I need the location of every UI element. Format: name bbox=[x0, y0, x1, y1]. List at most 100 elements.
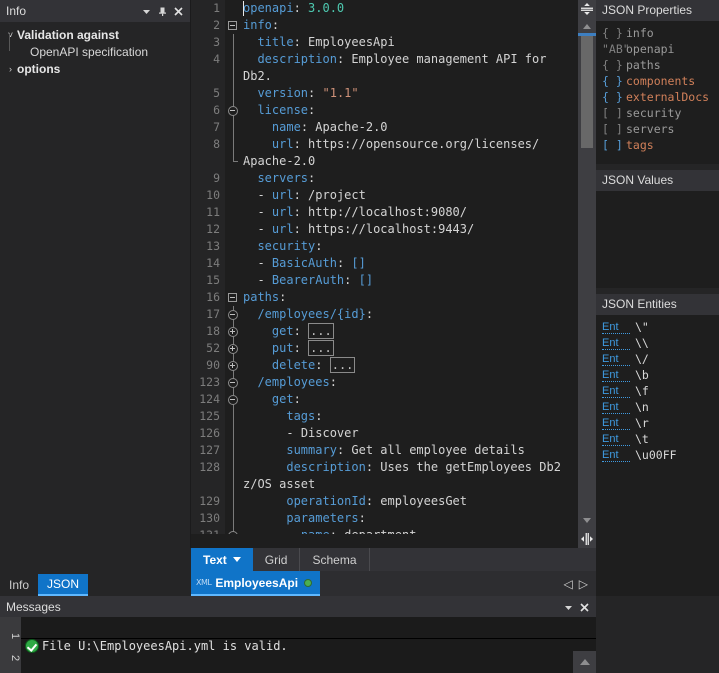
toolbox-item[interactable]: "AB"openapi bbox=[596, 41, 719, 57]
nav-prev-icon[interactable]: ◁ bbox=[564, 577, 573, 591]
code-line[interactable]: - url: https://localhost:9443/ bbox=[243, 221, 578, 238]
fold-collapse-icon[interactable] bbox=[228, 310, 238, 320]
toolbox-item[interactable]: Ent\u00FF bbox=[596, 447, 719, 463]
code-line[interactable]: delete: ... bbox=[243, 357, 578, 374]
fold-collapse-icon[interactable] bbox=[228, 106, 238, 116]
document-tab-employeesapi[interactable]: XML EmployeesApi bbox=[191, 571, 320, 596]
editor-view-tabs[interactable]: Text GridSchema bbox=[191, 548, 596, 571]
pin-icon[interactable] bbox=[154, 3, 170, 19]
fold-guide-line bbox=[233, 510, 234, 527]
view-tab-label: Text bbox=[203, 553, 227, 567]
code-line[interactable]: summary: Get all employee details bbox=[243, 442, 578, 459]
toolbox-item[interactable]: { }paths bbox=[596, 57, 719, 73]
code-line[interactable]: get: ... bbox=[243, 323, 578, 340]
toolbox-item[interactable]: Ent\\ bbox=[596, 335, 719, 351]
view-tab-schema[interactable]: Schema bbox=[300, 548, 369, 571]
code-line[interactable]: description: Employee management API for bbox=[243, 51, 578, 68]
toolbox-item[interactable]: Ent\/ bbox=[596, 351, 719, 367]
code-line[interactable]: paths: bbox=[243, 289, 578, 306]
toolbox-item[interactable]: [ ]tags bbox=[596, 137, 719, 153]
code-line[interactable]: /employees/{id}: bbox=[243, 306, 578, 323]
toolbox-item[interactable]: Ent\b bbox=[596, 367, 719, 383]
chevron-down-icon[interactable] bbox=[560, 599, 576, 615]
fold-collapse-icon[interactable] bbox=[228, 395, 238, 405]
scroll-up-arrow[interactable] bbox=[578, 18, 596, 34]
code-line[interactable]: z/OS asset bbox=[243, 476, 578, 493]
code-line[interactable]: /employees: bbox=[243, 374, 578, 391]
fold-cell bbox=[225, 425, 243, 442]
tree-item-options[interactable]: › options bbox=[0, 60, 190, 77]
close-icon[interactable] bbox=[576, 599, 592, 615]
fold-expand-icon[interactable] bbox=[228, 344, 238, 354]
toolbox-item[interactable]: { }externalDocs bbox=[596, 89, 719, 105]
code-line[interactable]: put: ... bbox=[243, 340, 578, 357]
toolbox-section-body-values[interactable] bbox=[596, 191, 719, 288]
code-line[interactable]: url: https://opensource.org/licenses/ bbox=[243, 136, 578, 153]
editor-vertical-scrollbar[interactable] bbox=[578, 0, 596, 548]
toolbox-item[interactable]: { }components bbox=[596, 73, 719, 89]
code-line[interactable]: Db2. bbox=[243, 68, 578, 85]
code-line[interactable]: security: bbox=[243, 238, 578, 255]
nav-next-icon[interactable]: ▷ bbox=[579, 577, 588, 591]
fold-collapse-icon[interactable] bbox=[228, 21, 237, 30]
toolbox-item[interactable]: [ ]servers bbox=[596, 121, 719, 137]
close-icon[interactable] bbox=[170, 3, 186, 19]
toolbox-item[interactable]: Ent\f bbox=[596, 383, 719, 399]
property-type-tag: "AB" bbox=[602, 42, 626, 56]
code-line[interactable]: - url: http://localhost:9080/ bbox=[243, 204, 578, 221]
code-line[interactable]: operationId: employeesGet bbox=[243, 493, 578, 510]
code-text[interactable]: openapi: 3.0.0info: title: EmployeesApi … bbox=[243, 0, 578, 534]
code-line[interactable]: version: "1.1" bbox=[243, 85, 578, 102]
code-line[interactable]: parameters: bbox=[243, 510, 578, 527]
fold-collapse-icon[interactable] bbox=[228, 378, 238, 388]
code-line[interactable]: openapi: 3.0.0 bbox=[243, 0, 578, 17]
code-line[interactable]: get: bbox=[243, 391, 578, 408]
view-tab-grid[interactable]: Grid bbox=[253, 548, 301, 571]
toolbox-item[interactable]: Ent\" bbox=[596, 319, 719, 335]
code-line[interactable]: tags: bbox=[243, 408, 578, 425]
code-folding-column[interactable] bbox=[225, 0, 243, 534]
code-line[interactable]: Apache-2.0 bbox=[243, 153, 578, 170]
toolbox-item[interactable]: Ent\r bbox=[596, 415, 719, 431]
bottom-left-tool-tabs: Info JSON bbox=[0, 548, 191, 596]
chevron-right-icon[interactable]: › bbox=[4, 64, 17, 74]
view-tab-text[interactable]: Text bbox=[191, 548, 253, 571]
toolbox-section-body-properties[interactable]: { }info"AB"openapi{ }paths{ }components{… bbox=[596, 21, 719, 164]
code-line[interactable]: - name: department bbox=[243, 527, 578, 534]
messages-scroll-up-button[interactable] bbox=[573, 651, 596, 673]
code-line[interactable]: - BasicAuth: [] bbox=[243, 255, 578, 272]
toolbox-item[interactable]: Ent\n bbox=[596, 399, 719, 415]
fold-guide-end bbox=[233, 153, 234, 162]
code-line[interactable]: - BearerAuth: [] bbox=[243, 272, 578, 289]
vertical-split-handle[interactable] bbox=[578, 530, 596, 548]
code-line[interactable]: title: EmployeesApi bbox=[243, 34, 578, 51]
toolbox-item[interactable]: [ ]security bbox=[596, 105, 719, 121]
fold-expand-icon[interactable] bbox=[228, 361, 238, 371]
entity-tag: Ent bbox=[602, 401, 630, 414]
tab-info[interactable]: Info bbox=[0, 574, 38, 596]
scroll-down-arrow[interactable] bbox=[578, 512, 596, 528]
code-line[interactable]: name: Apache-2.0 bbox=[243, 119, 578, 136]
code-line[interactable]: - Discover bbox=[243, 425, 578, 442]
code-line[interactable]: description: Uses the getEmployees Db2 bbox=[243, 459, 578, 476]
toolbox-item[interactable]: Ent\t bbox=[596, 431, 719, 447]
toolbox-section-body-entities[interactable]: Ent\"Ent\\Ent\/Ent\bEnt\fEnt\nEnt\rEnt\t… bbox=[596, 315, 719, 618]
scrollbar-thumb[interactable] bbox=[581, 36, 593, 148]
code-line[interactable]: info: bbox=[243, 17, 578, 34]
code-line[interactable]: - url: /project bbox=[243, 187, 578, 204]
code-line[interactable]: servers: bbox=[243, 170, 578, 187]
fold-collapse-icon[interactable] bbox=[228, 531, 238, 535]
chevron-down-icon[interactable] bbox=[233, 557, 241, 562]
tab-json[interactable]: JSON bbox=[38, 574, 88, 596]
fold-collapse-icon[interactable] bbox=[228, 293, 237, 302]
code-area[interactable]: 1234567891011121314151617185290123124125… bbox=[191, 0, 578, 534]
horizontal-split-handle[interactable] bbox=[578, 0, 596, 18]
tree-item-openapi-specification[interactable]: OpenAPI specification bbox=[0, 43, 190, 60]
fold-expand-icon[interactable] bbox=[228, 327, 238, 337]
chevron-down-icon[interactable]: ˅ bbox=[4, 30, 17, 40]
code-line[interactable]: license: bbox=[243, 102, 578, 119]
tree-item-validation-against[interactable]: ˅ Validation against bbox=[0, 26, 190, 43]
toolbox-item[interactable]: { }info bbox=[596, 25, 719, 41]
chevron-down-icon[interactable] bbox=[138, 3, 154, 19]
fold-cell bbox=[225, 51, 243, 68]
